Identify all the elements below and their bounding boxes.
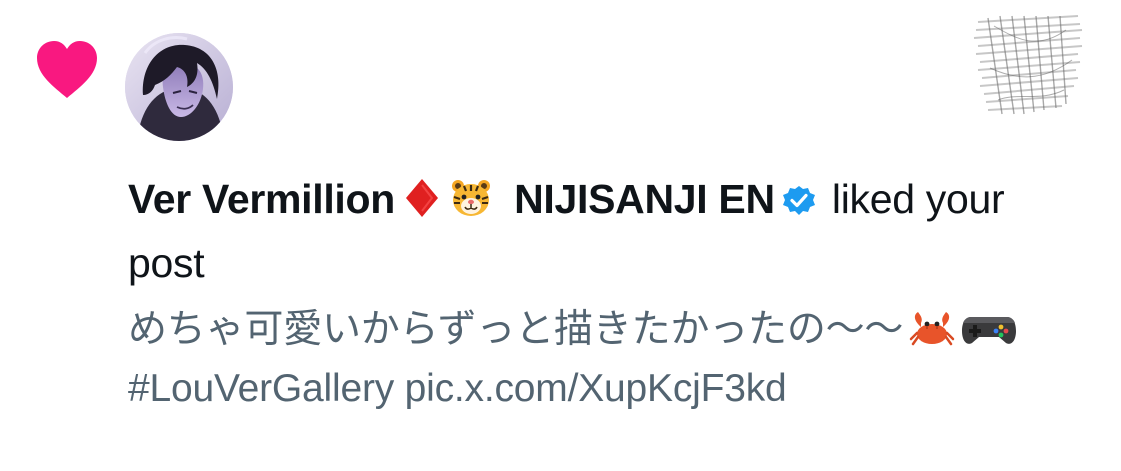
like-notification[interactable]: Ver Vermillion NIJISANJI EN liked your p…	[0, 0, 1121, 471]
user-avatar[interactable]	[125, 33, 233, 141]
video-game-controller-emoji	[961, 309, 1017, 363]
author-org[interactable]: NIJISANJI EN	[514, 176, 775, 222]
author-name[interactable]: Ver Vermillion	[128, 176, 395, 222]
tiger-face-emoji	[449, 176, 493, 234]
post-text: めちゃ可愛いからずっと描きたかったの～～	[128, 308, 904, 351]
notification-headline: Ver Vermillion NIJISANJI EN liked your p…	[128, 170, 1088, 292]
verified-badge-icon	[781, 175, 817, 233]
post-preview-text[interactable]: めちゃ可愛いからずっと描きたかったの～～ #LouVerGallery pic.…	[128, 304, 1088, 415]
media-link[interactable]: pic.x.com/XupKcjF3kd	[405, 367, 787, 410]
hashtag-link[interactable]: #LouVerGallery	[128, 367, 394, 410]
scribble-redaction	[968, 10, 1088, 118]
crab-emoji	[909, 309, 955, 363]
diamond-suit-emoji	[403, 176, 441, 234]
heart-icon	[34, 38, 100, 100]
